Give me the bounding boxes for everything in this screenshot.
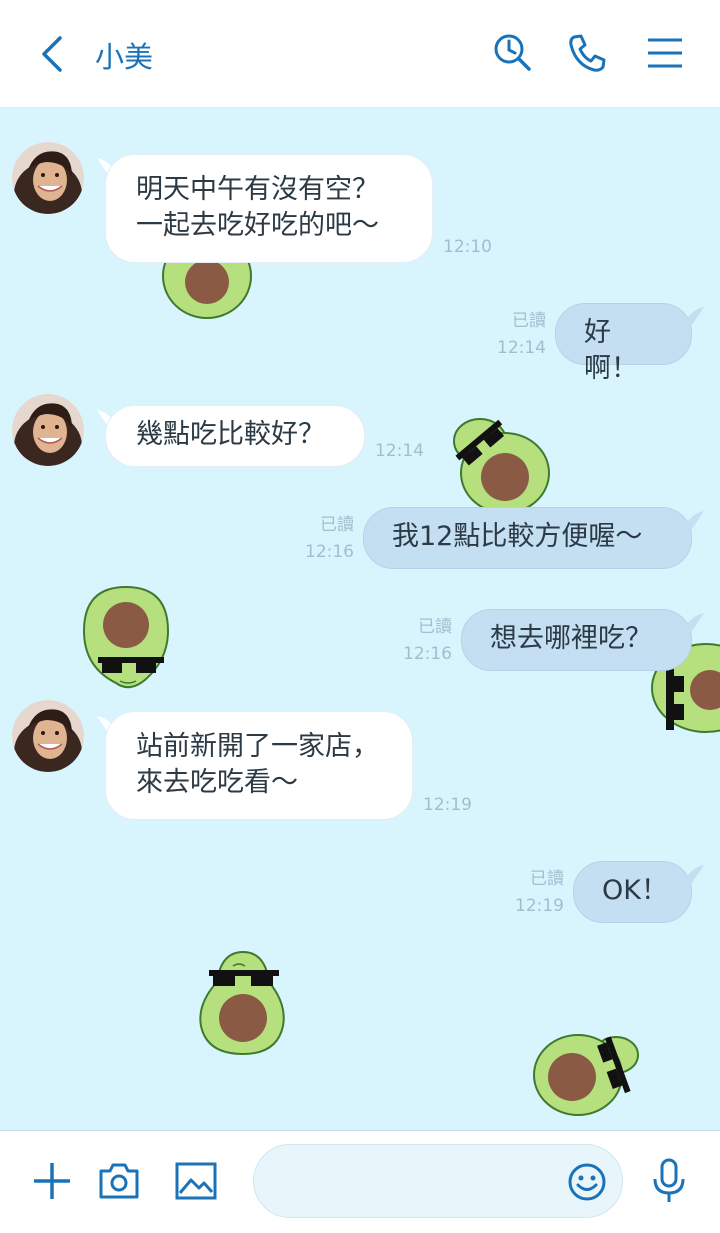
message-bubble-incoming[interactable]: 明天中午有沒有空？ 一起去吃好吃的吧～: [105, 154, 433, 263]
message-time: 12:16: [403, 644, 452, 664]
avocado-sunglasses-sticker-icon: [199, 950, 285, 1056]
message-time: 12:10: [443, 237, 492, 257]
image-icon[interactable]: [174, 1159, 218, 1203]
smiley-icon[interactable]: [567, 1162, 607, 1202]
chat-area[interactable]: 明天中午有沒有空？ 一起去吃好吃的吧～ 12:10 已讀 12:14 好啊！ 幾…: [0, 108, 720, 1130]
message-time: 12:19: [423, 795, 472, 815]
message-input-box[interactable]: [253, 1144, 623, 1218]
message-time: 12:14: [497, 338, 546, 358]
plus-icon[interactable]: [30, 1159, 74, 1203]
message-bubble-incoming[interactable]: 站前新開了一家店， 來去吃吃看～: [105, 711, 413, 820]
message-time: 12:14: [375, 441, 424, 461]
message-time: 12:16: [305, 542, 354, 562]
read-receipt: 已讀: [418, 617, 452, 637]
message-bubble-outgoing[interactable]: 好啊！: [555, 303, 692, 384]
avocado-sunglasses-sticker-icon: [82, 585, 170, 689]
message-bubble-outgoing[interactable]: 我12點比較方便喔～: [363, 507, 692, 569]
chat-title[interactable]: 小美: [95, 34, 153, 76]
clock-search-icon[interactable]: [492, 32, 534, 74]
bubble-tail: [682, 613, 704, 631]
bubble-tail: [682, 511, 704, 529]
composer-bar: [0, 1130, 720, 1233]
message-input[interactable]: [278, 1163, 562, 1201]
chevron-left-icon[interactable]: [34, 32, 74, 76]
message-bubble-outgoing[interactable]: OK！: [573, 861, 692, 923]
avocado-sunglasses-sticker-icon: [453, 418, 550, 513]
read-receipt: 已讀: [512, 311, 546, 331]
message-bubble-outgoing[interactable]: 想去哪裡吃？: [461, 609, 692, 671]
chat-header: 小美: [0, 0, 720, 108]
camera-icon[interactable]: [97, 1159, 141, 1203]
phone-icon[interactable]: [566, 32, 608, 74]
message-bubble-incoming[interactable]: 幾點吃比較好？: [105, 405, 365, 467]
hamburger-menu-icon[interactable]: [644, 32, 686, 74]
contact-avatar[interactable]: [12, 700, 84, 772]
avocado-sunglasses-sticker-icon: [533, 1034, 639, 1116]
contact-avatar[interactable]: [12, 394, 84, 466]
read-receipt: 已讀: [530, 869, 564, 889]
read-receipt: 已讀: [320, 515, 354, 535]
bubble-tail: [682, 307, 704, 325]
message-time: 12:19: [515, 896, 564, 916]
bubble-tail: [682, 865, 704, 883]
microphone-icon[interactable]: [649, 1157, 689, 1205]
contact-avatar[interactable]: [12, 142, 84, 214]
